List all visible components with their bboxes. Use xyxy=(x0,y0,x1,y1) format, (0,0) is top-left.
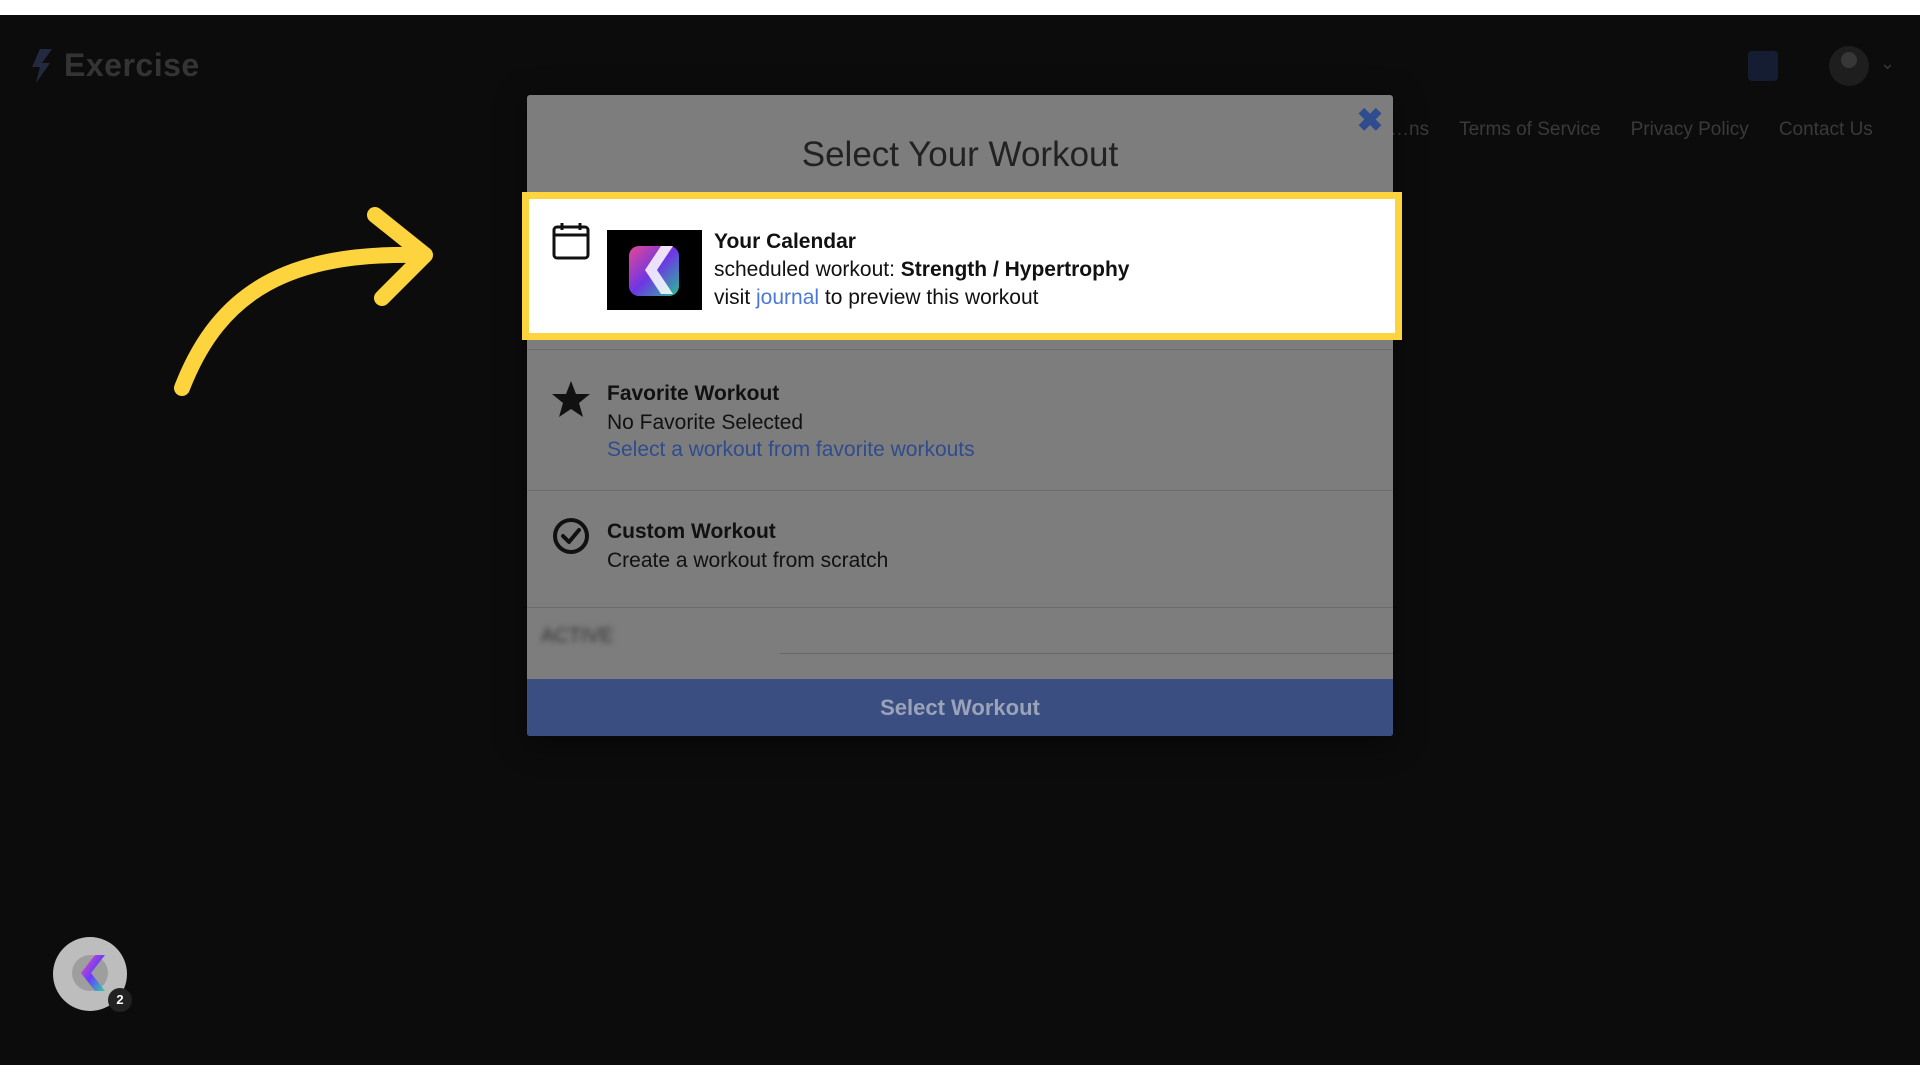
option-custom[interactable]: Custom Workout Create a workout from scr… xyxy=(527,489,1393,608)
custom-description: Create a workout from scratch xyxy=(607,549,889,572)
close-icon[interactable]: ✖ xyxy=(1355,104,1385,136)
preview-text: visit journal to preview this workout xyxy=(714,286,1039,309)
journal-link[interactable]: journal xyxy=(756,286,819,309)
footer-nav: …ns Terms of Service Privacy Policy Cont… xyxy=(1390,119,1873,141)
workout-thumbnail xyxy=(607,230,702,310)
app-logo-icon xyxy=(629,246,679,296)
notification-badge: 2 xyxy=(108,988,132,1012)
blurred-field: ACTIVE xyxy=(527,607,1393,667)
option-calendar[interactable]: Your Calendar scheduled workout: Strengt… xyxy=(522,192,1402,340)
notification-button[interactable] xyxy=(1748,51,1778,81)
calendar-heading: Your Calendar xyxy=(714,230,856,253)
app-background: Exercise ⌄ …ns Terms of Service Privacy … xyxy=(0,15,1920,1065)
option-favorite[interactable]: Favorite Workout No Favorite Selected Se… xyxy=(527,349,1393,491)
floating-app-button[interactable]: 2 xyxy=(53,937,132,1012)
chevron-down-icon[interactable]: ⌄ xyxy=(1880,53,1895,74)
star-icon xyxy=(552,381,590,417)
favorite-status: No Favorite Selected xyxy=(607,411,804,434)
blurred-field-label: ACTIVE xyxy=(541,625,614,647)
annotation-arrow xyxy=(174,207,433,396)
scheduled-workout-text: scheduled workout: Strength / Hypertroph… xyxy=(714,258,1130,281)
nav-link-terms[interactable]: Terms of Service xyxy=(1459,119,1600,141)
nav-link[interactable]: …ns xyxy=(1390,119,1429,141)
calendar-icon xyxy=(552,223,590,260)
nav-link-privacy[interactable]: Privacy Policy xyxy=(1631,119,1749,141)
custom-heading: Custom Workout xyxy=(607,520,776,543)
favorite-workouts-link[interactable]: Select a workout from favorite workouts xyxy=(607,436,975,464)
modal-title: Select Your Workout xyxy=(801,135,1119,174)
scheduled-workout-name: Strength / Hypertrophy xyxy=(900,258,1130,281)
logo-icon xyxy=(32,48,52,83)
app-logo: Exercise xyxy=(30,47,200,84)
select-workout-modal: Select Your Workout ✖ Your Calendar sche… xyxy=(522,95,1402,736)
app-logo-icon xyxy=(72,955,108,991)
nav-link-contact[interactable]: Contact Us xyxy=(1779,119,1873,141)
avatar[interactable] xyxy=(1829,46,1869,86)
app-name: Exercise xyxy=(64,47,200,83)
divider xyxy=(780,653,1393,654)
select-workout-button[interactable]: Select Workout xyxy=(527,679,1393,736)
favorite-heading: Favorite Workout xyxy=(607,382,780,405)
check-circle-icon xyxy=(553,518,589,554)
